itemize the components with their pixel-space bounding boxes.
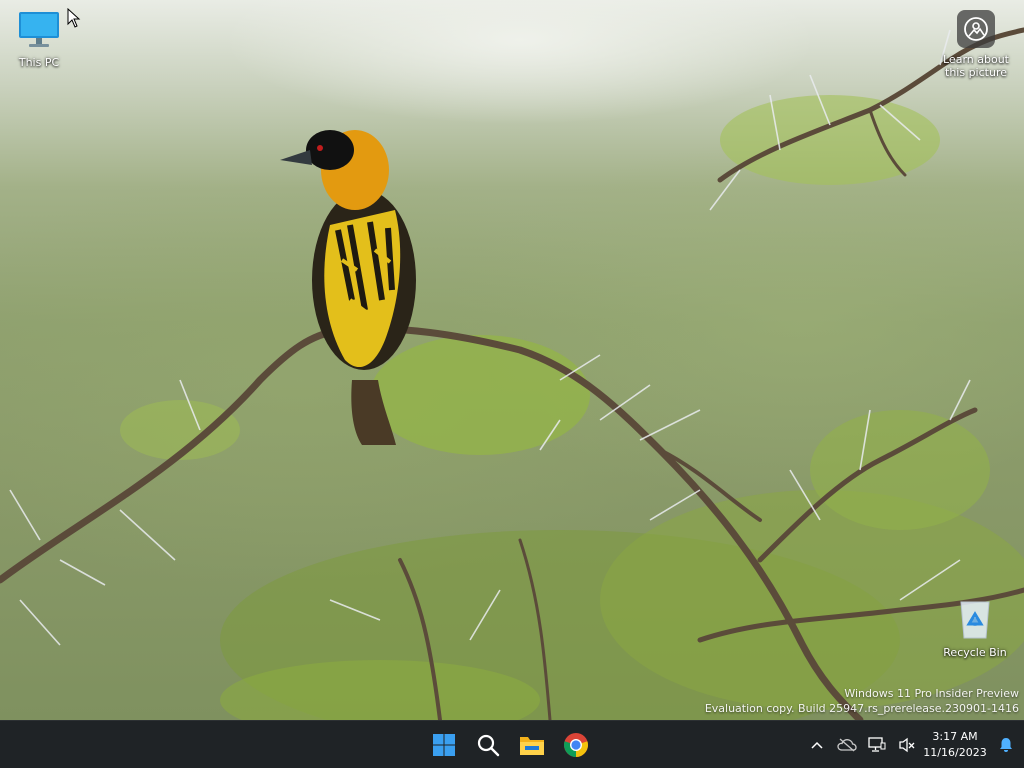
- clock-date: 11/16/2023: [923, 746, 987, 759]
- desktop-wallpaper: [0, 0, 1024, 720]
- volume-muted-icon: [899, 737, 915, 753]
- learn-about-picture[interactable]: Learn about this picture: [936, 10, 1016, 79]
- learn-about-line2: this picture: [945, 66, 1007, 79]
- start-button[interactable]: [424, 725, 464, 765]
- camera-icon-container: [957, 10, 995, 48]
- taskbar-pinned-apps: [424, 721, 596, 768]
- watermark-line2: Evaluation copy. Build 25947.rs_prerelea…: [704, 702, 1019, 715]
- file-explorer-button[interactable]: [512, 725, 552, 765]
- learn-about-line1: Learn about: [943, 53, 1009, 66]
- this-pc-label: This PC: [18, 56, 60, 69]
- recycle-bin-label: Recycle Bin: [943, 646, 1007, 659]
- learn-about-label: Learn about this picture: [936, 53, 1016, 79]
- windows-start-icon: [433, 734, 455, 756]
- evaluation-watermark: Windows 11 Pro Insider Preview Evaluatio…: [705, 686, 1019, 716]
- network-icon: [868, 737, 886, 752]
- this-pc-icon: [19, 12, 59, 47]
- notification-bell-icon: [1000, 738, 1012, 752]
- recycle-bin-icon: [960, 601, 990, 639]
- clock[interactable]: 3:17 AM 11/16/2023: [922, 729, 988, 761]
- watermark-line1: Windows 11 Pro Insider Preview: [844, 687, 1019, 700]
- onedrive-icon: [837, 738, 857, 752]
- chrome-button[interactable]: [556, 725, 596, 765]
- clock-time: 3:17 AM: [932, 730, 978, 743]
- chevron-up-icon: [811, 741, 823, 749]
- foliage: [120, 95, 1024, 720]
- desktop-icon-this-pc[interactable]: This PC: [0, 10, 79, 69]
- wallpaper-artwork: [0, 27, 1024, 720]
- onedrive-button[interactable]: [832, 725, 862, 765]
- desktop-icon-recycle-bin[interactable]: Recycle Bin: [935, 598, 1015, 659]
- network-button[interactable]: [862, 725, 892, 765]
- volume-button[interactable]: [892, 725, 922, 765]
- chrome-icon: [564, 733, 588, 757]
- taskbar: 3:17 AM 11/16/2023: [0, 720, 1024, 768]
- file-explorer-icon: [520, 737, 544, 755]
- notification-button[interactable]: [988, 725, 1024, 765]
- search-button[interactable]: [468, 725, 508, 765]
- show-hidden-icons-button[interactable]: [802, 725, 832, 765]
- camera-icon: [964, 17, 988, 41]
- system-tray: 3:17 AM 11/16/2023: [802, 721, 1024, 768]
- search-icon: [477, 734, 500, 757]
